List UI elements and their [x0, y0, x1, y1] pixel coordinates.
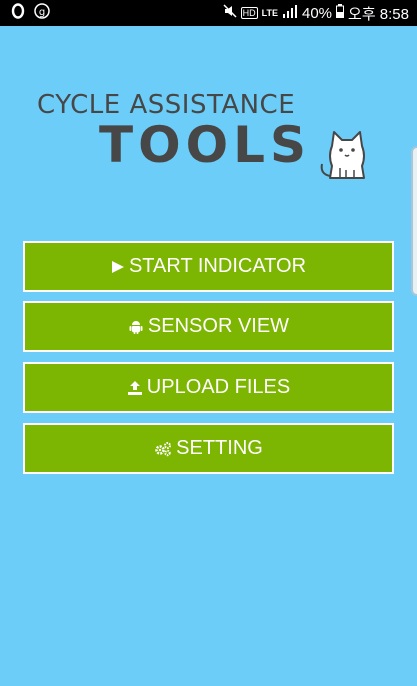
network-type: LTE	[261, 7, 278, 18]
svg-text:g: g	[39, 7, 45, 18]
battery-icon	[336, 4, 345, 22]
status-bar: g HD LTE 40% 오후 8:58	[0, 0, 417, 26]
app-logo: CYCLE ASSISTANCE TOOLS	[33, 86, 383, 186]
clock: 오후 8:58	[348, 5, 409, 23]
signal-icon	[282, 4, 298, 22]
setting-label: SETTING	[176, 437, 263, 459]
upload-files-button[interactable]: UPLOAD FILES	[23, 362, 394, 413]
battery-text: 40%	[302, 4, 333, 22]
setting-button[interactable]: SETTING	[23, 423, 394, 474]
android-icon	[128, 319, 144, 335]
play-icon	[111, 260, 125, 274]
mute-icon	[223, 4, 237, 22]
hd-badge: HD	[240, 7, 258, 19]
upload-icon	[127, 380, 143, 396]
sensor-view-label: SENSOR VIEW	[147, 315, 290, 337]
start-indicator-button[interactable]: START INDICATOR	[23, 241, 394, 292]
opera-icon	[10, 3, 26, 23]
logo-title-line2: TOOLS	[99, 116, 311, 174]
gears-icon	[154, 441, 172, 457]
g-icon: g	[34, 3, 50, 23]
upload-files-label: UPLOAD FILES	[146, 376, 291, 398]
side-panel-handle[interactable]	[411, 146, 417, 296]
cat-icon	[318, 126, 380, 182]
start-indicator-label: START INDICATOR	[128, 255, 307, 277]
sensor-view-button[interactable]: SENSOR VIEW	[23, 301, 394, 352]
